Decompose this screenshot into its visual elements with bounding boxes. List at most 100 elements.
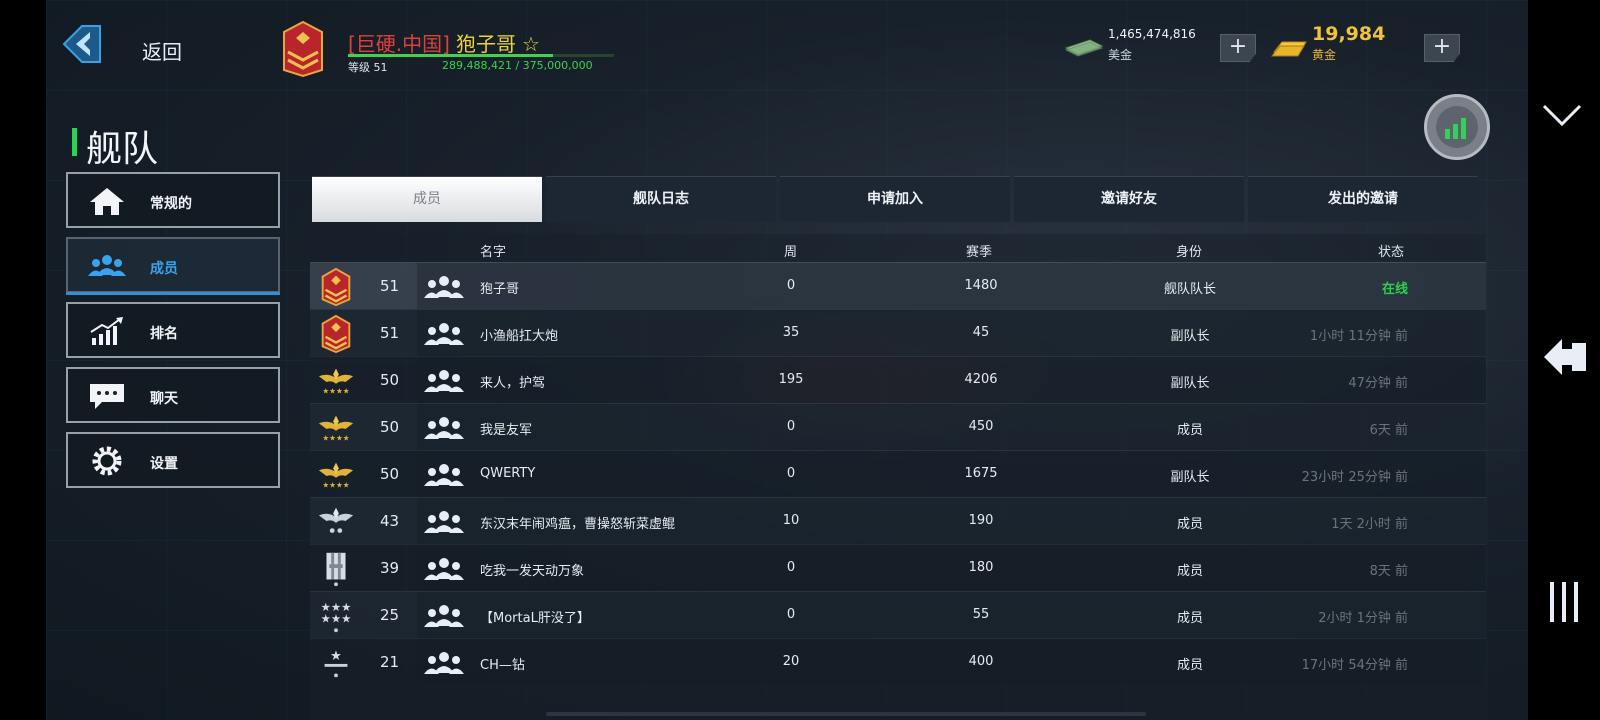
member-role: 副队长	[1170, 329, 1210, 344]
sidebar-item-label: 常规的	[150, 196, 192, 212]
back-nav-icon[interactable]	[1542, 335, 1588, 379]
home-icon	[90, 188, 124, 215]
svg-text:★★★★: ★★★★	[322, 433, 349, 442]
sidebar-item-label: 成员	[150, 261, 178, 277]
chevron-down-icon[interactable]	[1540, 100, 1584, 130]
header-role: 身份	[1176, 245, 1203, 260]
member-week-score: 0	[786, 607, 796, 622]
tab-invite-friends[interactable]: 邀请好友	[1014, 176, 1244, 222]
member-name: 我是友军	[480, 423, 533, 438]
member-week-score: 0	[786, 466, 796, 481]
page-title: 舰队	[86, 129, 159, 170]
member-season-score: 1480	[964, 278, 998, 293]
member-name: QWERTY	[480, 466, 536, 481]
sidebar-item-label: 设置	[150, 456, 178, 472]
member-status: 2小时 1分钟 前	[1318, 611, 1408, 626]
members-group-icon	[424, 558, 464, 580]
members-group-icon	[424, 652, 464, 674]
table-row[interactable]: ★★★★ 50 QWERTY 0 1675 副队长 23小时 25分钟 前	[310, 450, 1486, 497]
sidebar-item-general[interactable]: 常规的	[66, 172, 280, 228]
table-row[interactable]: ★ 21 CH—钻 20 400 成员 17小时 54分钟 前	[310, 638, 1486, 685]
menu-bars-icon[interactable]	[1546, 580, 1582, 624]
silver-bars-icon	[326, 552, 346, 587]
ranking-icon	[90, 317, 123, 345]
member-role: 成员	[1176, 517, 1203, 532]
sidebar-item-settings[interactable]: 设置	[66, 432, 280, 488]
table-row[interactable]: 51 狍子哥 0 1480 舰队队长 在线	[310, 262, 1486, 309]
tab-join-requests[interactable]: 申请加入	[780, 176, 1010, 222]
add-cash-button[interactable]: +	[1220, 34, 1256, 62]
member-season-score: 180	[968, 560, 994, 575]
members-group-icon	[424, 464, 464, 486]
game-screen: 返回 [巨硬.中国] 狍子哥 ☆ 等级 51 289,488,421 / 375,0…	[46, 0, 1528, 720]
sidebar-item-members[interactable]: 成员	[66, 237, 280, 295]
member-week-score: 35	[782, 325, 800, 340]
table-row[interactable]: ★★★★ 50 来人，护驾 195 4206 副队长 47分钟 前	[310, 356, 1486, 403]
member-week-score: 20	[782, 654, 800, 669]
add-gold-button[interactable]: +	[1424, 34, 1460, 62]
silver-stars-icon: ★★★★★★	[321, 600, 352, 633]
header-status: 状态	[1378, 245, 1405, 260]
member-season-score: 55	[972, 607, 990, 622]
members-group-icon	[424, 417, 464, 439]
network-signal-button[interactable]	[1424, 94, 1490, 160]
members-group-icon	[424, 605, 464, 627]
gold-wings-icon: ★★★★	[318, 415, 354, 442]
tab-members[interactable]: 成员	[312, 176, 542, 222]
member-status: 1天 2小时 前	[1331, 517, 1408, 532]
sidebar-item-ranking[interactable]: 排名	[66, 302, 280, 358]
member-name: 来人，护驾	[480, 376, 546, 391]
svg-text:★★★: ★★★	[321, 612, 352, 626]
table-header: 名字 周 赛季 身份 状态	[310, 234, 1486, 264]
member-name: 【MortaL肝没了】	[480, 611, 590, 626]
member-role: 成员	[1176, 611, 1203, 626]
tab-fleet-log[interactable]: 舰队日志	[546, 176, 776, 222]
xp-progress-fill	[348, 54, 554, 57]
table-row[interactable]: 39 吃我一发天动万象 0 180 成员 8天 前	[310, 544, 1486, 591]
member-status: 在线	[1381, 282, 1408, 297]
gold-wings-icon: ★★★★	[318, 368, 354, 395]
gold-bar-icon	[1270, 41, 1307, 57]
members-group-icon	[424, 323, 464, 345]
member-level: 39	[380, 559, 400, 577]
clan-tag: [巨硬.中国]	[348, 32, 450, 56]
member-season-score: 4206	[964, 372, 998, 387]
player-name-line: [巨硬.中国] 狍子哥 ☆	[348, 28, 540, 57]
svg-text:★: ★	[330, 649, 342, 664]
member-week-score: 195	[778, 372, 804, 387]
gear-icon	[92, 446, 122, 476]
member-week-score: 0	[786, 419, 796, 434]
member-role: 舰队队长	[1163, 282, 1216, 297]
member-level: 50	[380, 371, 400, 389]
table-row[interactable]: ★★★★ 50 我是友军 0 450 成员 6天 前	[310, 403, 1486, 450]
table-row[interactable]: ★★★ ★★★ 25 【MortaL肝没了】 0 55 成员 2小时 1分钟 前	[310, 591, 1486, 638]
sidebar-item-chat[interactable]: 聊天	[66, 367, 280, 423]
cash-label: 美金	[1108, 48, 1133, 62]
chevron-badge-icon	[321, 314, 351, 354]
header-name: 名字	[480, 245, 507, 260]
member-level: 51	[380, 324, 400, 342]
members-group-icon	[424, 276, 464, 298]
gold-label: 黄金	[1312, 48, 1337, 62]
members-icon	[88, 255, 126, 276]
gold-amount: 19,984	[1312, 23, 1386, 45]
level-text: 等级 51	[348, 61, 388, 74]
xp-text: 289,488,421 / 375,000,000	[442, 59, 593, 72]
table-row[interactable]: 43 东汉末年闹鸡瘟，曹操怒斩菜虚鲲 10 190 成员 1天 2小时 前	[310, 497, 1486, 544]
member-level: 21	[380, 653, 400, 671]
back-button[interactable]: 返回	[142, 36, 182, 65]
tab-sent-invites[interactable]: 发出的邀请	[1248, 176, 1478, 222]
member-name: 东汉末年闹鸡瘟，曹操怒斩菜虚鲲	[480, 517, 676, 532]
star-icon: ☆	[521, 32, 540, 56]
member-role: 成员	[1176, 423, 1203, 438]
header-season: 赛季	[966, 245, 993, 260]
sidebar-item-label: 排名	[150, 326, 178, 342]
player-name: 狍子哥	[455, 32, 516, 56]
members-group-icon	[424, 370, 464, 392]
member-week-score: 0	[786, 278, 796, 293]
member-week-score: 0	[786, 560, 796, 575]
back-arrow-icon[interactable]	[60, 22, 104, 66]
table-row[interactable]: 51 小渔船扛大炮 35 45 副队长 1小时 11分钟 前	[310, 309, 1486, 356]
member-season-score: 450	[968, 419, 994, 434]
signal-bars-icon	[1445, 118, 1466, 139]
